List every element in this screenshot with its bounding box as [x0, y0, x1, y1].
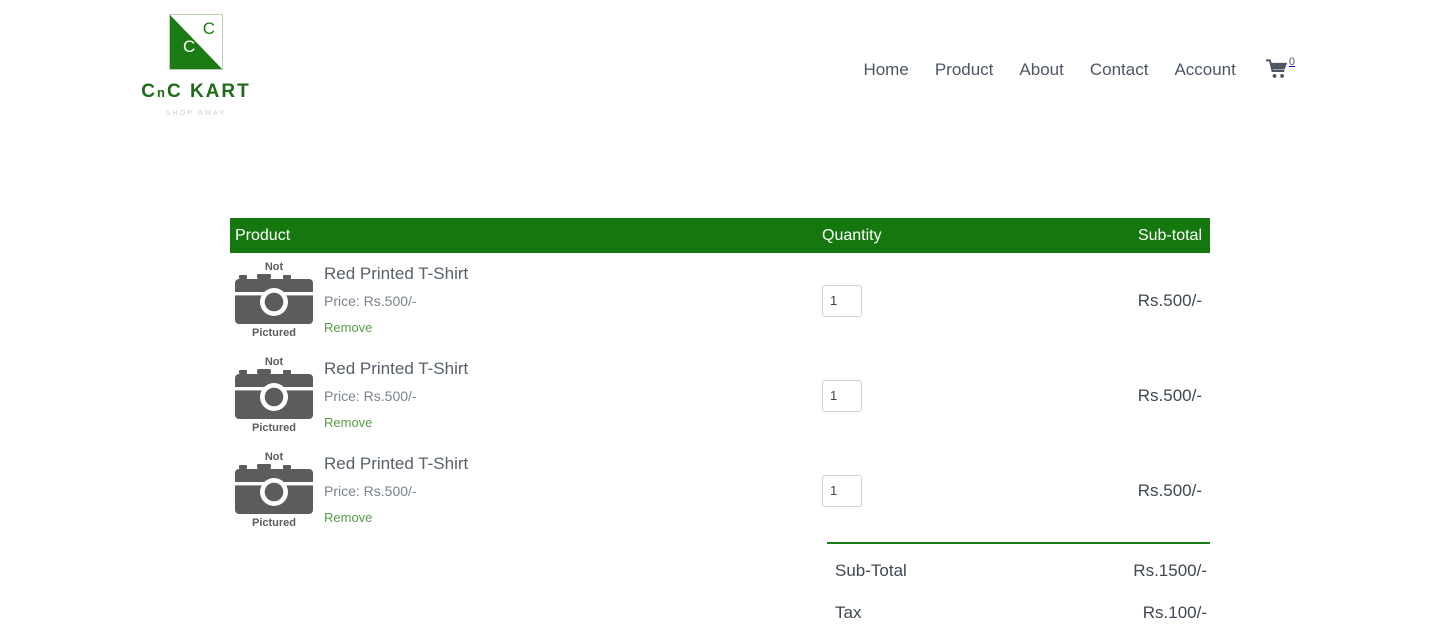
product-title: Red Printed T-Shirt — [324, 358, 469, 378]
brand-logo[interactable]: C C CnC KART SHOP AWAY — [141, 14, 251, 117]
nav-item-account[interactable]: Account — [1174, 61, 1235, 78]
product-cell: Not Pictured Red Printed T-Shirt Price: … — [230, 261, 822, 341]
product-image-placeholder: Not Pictured — [235, 356, 313, 436]
cart-item-count: 0 — [1288, 56, 1295, 68]
product-title: Red Printed T-Shirt — [324, 453, 469, 473]
quantity-cell — [822, 474, 1010, 507]
camera-icon — [235, 273, 313, 324]
row-subtotal: Rs.500/- — [1137, 480, 1202, 500]
placeholder-bottom-text: Pictured — [251, 326, 296, 339]
quantity-cell — [822, 379, 1010, 412]
column-header-product: Product — [235, 226, 291, 244]
product-image-placeholder: Not Pictured — [235, 451, 313, 531]
product-price: Price: Rs.500/- — [324, 387, 417, 404]
quantity-input[interactable] — [822, 379, 862, 412]
table-row: Not Pictured Red Printed T-Shirt Price: … — [230, 348, 1210, 443]
camera-icon — [235, 463, 313, 514]
quantity-cell — [822, 284, 1010, 317]
brand-letter-top: C — [202, 19, 215, 38]
product-cell: Not Pictured Red Printed T-Shirt Price: … — [230, 356, 822, 436]
product-image-placeholder: Not Pictured — [235, 261, 313, 341]
brand-name: CnC KART — [141, 82, 251, 101]
product-title: Red Printed T-Shirt — [324, 263, 469, 283]
remove-item-link[interactable]: Remove — [324, 321, 372, 334]
placeholder-top-text: Not — [264, 450, 284, 463]
placeholder-bottom-text: Pictured — [251, 421, 296, 434]
column-header-quantity: Quantity — [822, 226, 882, 244]
product-price: Price: Rs.500/- — [324, 292, 417, 309]
brand-tagline: SHOP AWAY — [165, 110, 227, 117]
camera-icon — [235, 368, 313, 419]
shopping-cart-icon — [1265, 59, 1288, 78]
shopping-cart-table: Product Quantity Sub-total Not Pictured — [230, 218, 1210, 634]
tax-value: Rs.100/- — [1142, 603, 1207, 622]
main-navigation: Home Product About Contact Account 0 — [863, 56, 1295, 79]
placeholder-top-text: Not — [264, 260, 284, 273]
site-header: C C CnC KART SHOP AWAY Home Product Abou… — [0, 0, 1440, 140]
subtotal-label: Sub-Total — [835, 561, 907, 580]
cart-button[interactable]: 0 — [1265, 56, 1295, 79]
nav-item-contact[interactable]: Contact — [1090, 61, 1149, 78]
product-cell: Not Pictured Red Printed T-Shirt Price: … — [230, 451, 822, 531]
cart-totals: Sub-Total Rs.1500/- Tax Rs.100/- — [827, 542, 1210, 634]
column-header-subtotal: Sub-total — [1137, 226, 1202, 244]
brand-name-part2: C KART — [166, 81, 251, 102]
subtotal-value: Rs.1500/- — [1133, 561, 1207, 580]
brand-mark-icon: C C — [169, 14, 223, 70]
nav-item-product[interactable]: Product — [935, 61, 994, 78]
nav-item-about[interactable]: About — [1019, 61, 1063, 78]
totals-row-tax: Tax Rs.100/- — [827, 592, 1210, 634]
placeholder-bottom-text: Pictured — [251, 516, 296, 529]
product-info: Red Printed T-Shirt Price: Rs.500/- Remo… — [324, 455, 468, 527]
remove-item-link[interactable]: Remove — [324, 511, 372, 524]
product-info: Red Printed T-Shirt Price: Rs.500/- Remo… — [324, 360, 468, 432]
remove-item-link[interactable]: Remove — [324, 416, 372, 429]
cart-table-header: Product Quantity Sub-total — [230, 218, 1210, 253]
brand-name-small-n: n — [157, 85, 167, 100]
table-row: Not Pictured Red Printed T-Shirt Price: … — [230, 253, 1210, 348]
product-price: Price: Rs.500/- — [324, 482, 417, 499]
row-subtotal: Rs.500/- — [1137, 385, 1202, 405]
placeholder-top-text: Not — [264, 355, 284, 368]
quantity-input[interactable] — [822, 284, 862, 317]
totals-row-subtotal: Sub-Total Rs.1500/- — [827, 550, 1210, 592]
brand-letter-bottom: C — [183, 37, 196, 56]
nav-item-home[interactable]: Home — [863, 61, 908, 78]
tax-label: Tax — [835, 603, 862, 622]
quantity-input[interactable] — [822, 474, 862, 507]
product-info: Red Printed T-Shirt Price: Rs.500/- Remo… — [324, 265, 468, 337]
row-subtotal: Rs.500/- — [1137, 290, 1202, 310]
table-row: Not Pictured Red Printed T-Shirt Price: … — [230, 443, 1210, 538]
brand-name-part1: C — [141, 81, 157, 102]
